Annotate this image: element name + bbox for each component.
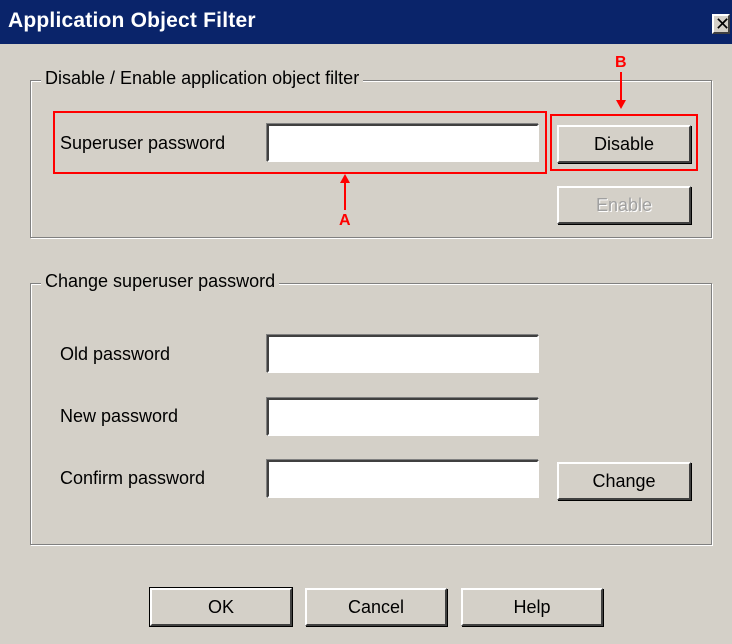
annotation-b-box: [550, 114, 698, 171]
new-password-input[interactable]: [267, 398, 539, 436]
annotation-a-arrow: [340, 174, 350, 210]
close-button[interactable]: ✕: [712, 14, 730, 34]
title-bar[interactable]: Application Object Filter ✕: [0, 0, 732, 44]
new-password-label: New password: [60, 406, 179, 426]
help-button[interactable]: Help: [461, 588, 603, 626]
change-button[interactable]: Change: [557, 462, 691, 500]
old-password-label: Old password: [60, 344, 171, 364]
annotation-b-label: B: [615, 54, 627, 71]
filter-group-label: Disable / Enable application object filt…: [41, 68, 364, 89]
old-password-input[interactable]: [267, 335, 539, 373]
annotation-a-box: [53, 111, 547, 174]
dialog-window: Application Object Filter ✕ Disable / En…: [0, 0, 732, 644]
close-icon: ✕: [715, 14, 731, 34]
confirm-password-label: Confirm password: [60, 468, 206, 488]
change-password-group-label: Change superuser password: [41, 271, 280, 292]
annotation-a-label: A: [339, 212, 351, 229]
annotation-b-arrow: [616, 72, 626, 109]
confirm-password-input[interactable]: [267, 460, 539, 498]
ok-button[interactable]: OK: [149, 587, 293, 627]
window-title: Application Object Filter: [8, 9, 256, 32]
cancel-button[interactable]: Cancel: [305, 588, 447, 626]
enable-button: Enable: [557, 186, 691, 224]
